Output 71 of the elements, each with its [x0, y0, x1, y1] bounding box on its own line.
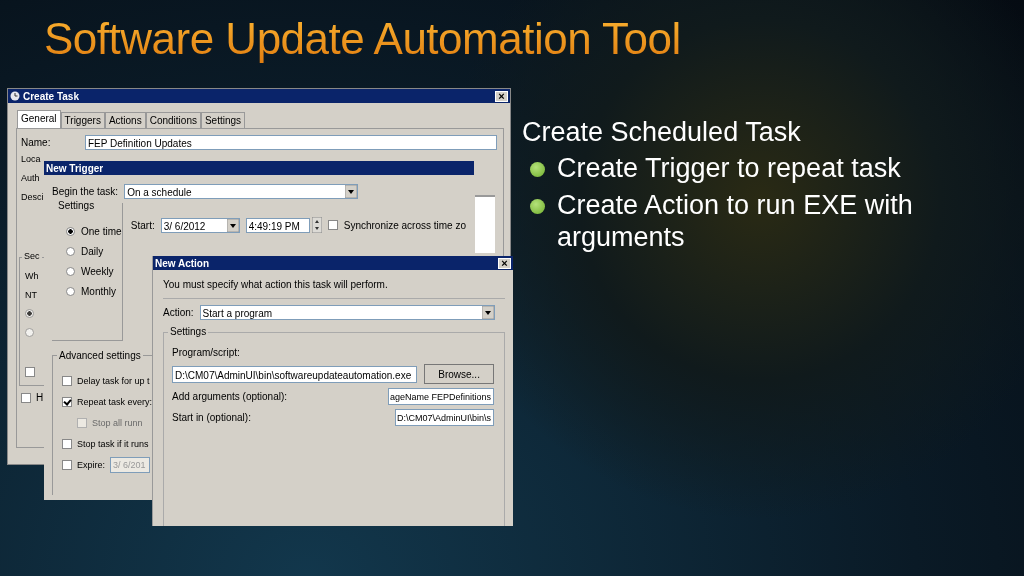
radio-button[interactable]: [66, 286, 75, 296]
radio-button[interactable]: [66, 266, 75, 276]
checkbox-label: Repeat task every:: [77, 396, 153, 407]
instruction-text: You must specify what action this task will perform.: [163, 279, 505, 299]
browse-button[interactable]: Browse...: [424, 364, 494, 384]
start-in-field[interactable]: D:\CM07\AdminUI\bin\s: [394, 409, 494, 426]
clock-icon: [10, 91, 20, 101]
bullet-dot-icon: [530, 198, 545, 214]
checkbox-label: Synchronize across time zo: [343, 219, 466, 231]
window-title: New Trigger: [46, 162, 105, 174]
bullet-text: Create Action to run EXE with arguments: [557, 188, 914, 254]
option-text: Wh: [25, 270, 39, 281]
checkbox[interactable]: [25, 366, 35, 377]
dropdown-arrow-icon: [481, 306, 494, 319]
bullet-heading: Create Scheduled Task: [522, 116, 802, 149]
program-field[interactable]: D:\CM07\AdminUI\bin\softwareupdateautomation.exe: [172, 365, 418, 383]
arguments-field[interactable]: ageName FEPDefinitions: [387, 388, 494, 405]
checkbox-label: Stop all runn: [92, 417, 143, 428]
date-picker[interactable]: 3/ 6/2012: [160, 217, 240, 233]
window-title: New Action: [155, 257, 211, 269]
checkbox[interactable]: [62, 375, 72, 386]
window-title: Create Task: [23, 90, 80, 102]
radio-label: One time: [81, 225, 122, 237]
schedule-dropdown[interactable]: On a schedule: [124, 184, 359, 199]
tab[interactable]: Actions: [104, 112, 146, 128]
tab[interactable]: Triggers: [60, 112, 105, 128]
field-label: Start in (optional):: [172, 412, 252, 423]
dropdown-arrow-icon: [345, 185, 358, 198]
group-legend: Advanced settings: [57, 350, 143, 361]
field-label: Auth: [21, 173, 40, 183]
tab[interactable]: General: [17, 110, 61, 128]
radio-button[interactable]: [66, 226, 75, 236]
checkbox[interactable]: [62, 459, 72, 470]
field-label: Loca: [21, 154, 41, 164]
checkbox-label: Delay task for up t: [77, 375, 150, 386]
field-label: Desci: [21, 192, 44, 202]
radio-button[interactable]: [66, 246, 75, 256]
tab[interactable]: Settings: [200, 112, 246, 128]
radio-label: Daily: [81, 245, 104, 257]
field-label: Start:: [130, 219, 155, 231]
tab[interactable]: Conditions: [145, 112, 201, 128]
field-label: Add arguments (optional):: [172, 391, 289, 402]
description-field[interactable]: [475, 195, 495, 253]
radio-label: Monthly: [81, 285, 116, 297]
close-button[interactable]: ×: [495, 90, 508, 102]
field-label: Program/script:: [172, 347, 240, 358]
field-label: Begin the task:: [52, 186, 119, 197]
group-legend: Sec: [22, 251, 42, 261]
radio-button[interactable]: [25, 309, 34, 318]
field-label: Action:: [163, 307, 194, 318]
bullet-text: Create Trigger to repeat task: [557, 152, 902, 185]
checkbox[interactable]: [327, 220, 338, 230]
group-legend: Settings: [56, 200, 97, 211]
option-text: NT: [25, 289, 37, 300]
spinner-icon[interactable]: [311, 217, 322, 233]
field-label: Name:: [21, 137, 52, 148]
time-field[interactable]: 4:49:19 PM: [245, 217, 310, 233]
checkbox[interactable]: [62, 396, 72, 407]
dropdown-arrow-icon: [226, 218, 239, 232]
radio-button[interactable]: [25, 328, 34, 337]
checkbox-label: Expire:: [77, 459, 105, 470]
group-legend: Settings: [168, 326, 209, 337]
checkbox[interactable]: [62, 438, 72, 449]
checkbox-label: H: [36, 392, 44, 403]
bullet-dot-icon: [530, 162, 545, 178]
checkbox-label: Stop task if it runs: [77, 438, 149, 449]
radio-label: Weekly: [81, 265, 114, 277]
action-dropdown[interactable]: Start a program: [199, 305, 495, 320]
close-button[interactable]: ×: [498, 257, 511, 269]
name-field[interactable]: FEP Definition Updates: [85, 135, 497, 150]
checkbox[interactable]: [21, 392, 31, 403]
